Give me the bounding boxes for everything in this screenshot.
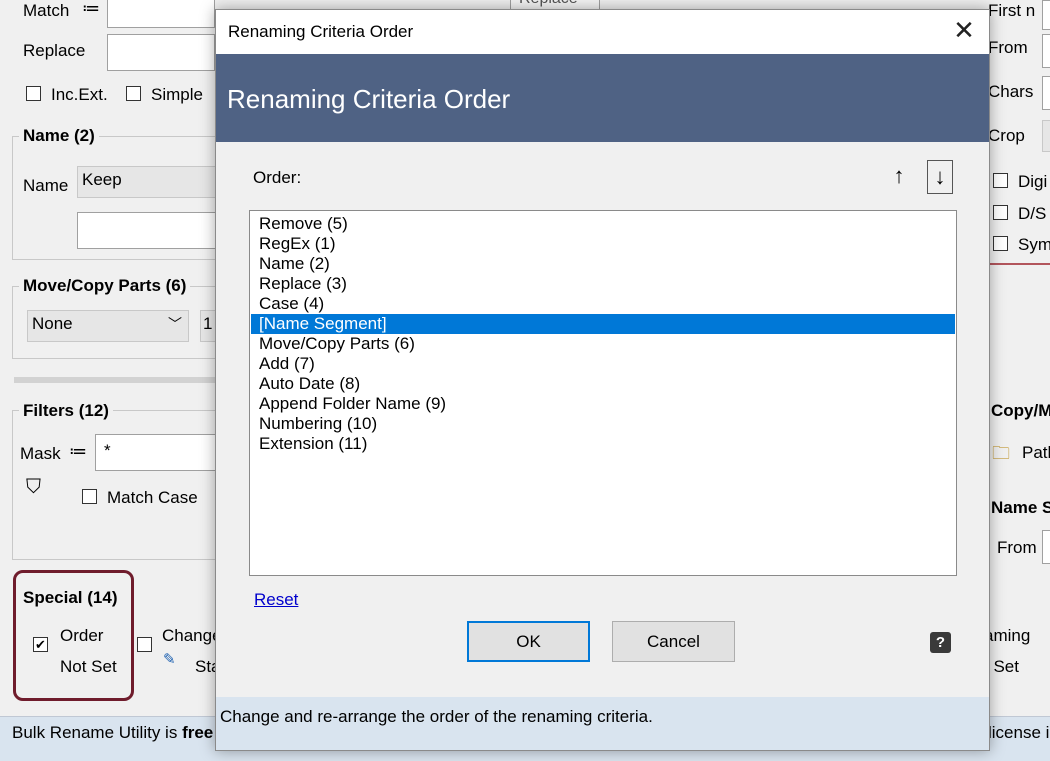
mask-input[interactable]: * [95, 434, 217, 471]
right-column-separator [990, 263, 1050, 265]
name-select[interactable]: Keep [77, 166, 217, 198]
list-item[interactable]: Add (7) [251, 354, 955, 374]
special-highlight-box [13, 570, 134, 701]
dialog-status-text: Change and re-arrange the order of the r… [220, 707, 653, 726]
list-item[interactable]: Auto Date (8) [251, 374, 955, 394]
status-license-text: license i [988, 723, 1050, 742]
cancel-button[interactable]: Cancel [612, 621, 735, 662]
ok-button[interactable]: OK [467, 621, 590, 662]
arrow-up-icon: ↑ [893, 163, 905, 188]
match-case-label: Match Case [107, 488, 198, 507]
match-label: Match [23, 1, 70, 20]
move-copy-select[interactable]: None ﹀ [27, 310, 189, 342]
from-input[interactable] [1042, 34, 1050, 68]
dialog-titlebar[interactable]: Renaming Criteria Order ✕ [216, 10, 989, 54]
list-icon[interactable]: ≔ [82, 0, 100, 19]
simple-checkbox[interactable] [126, 86, 141, 101]
match-case-checkbox[interactable] [82, 489, 97, 504]
mask-label: Mask [20, 444, 61, 463]
sym-checkbox[interactable] [993, 236, 1008, 251]
digi-checkbox[interactable] [993, 173, 1008, 188]
status-free-text: Bulk Rename Utility is free [12, 723, 213, 743]
name-label: Name [23, 176, 69, 195]
from-segment-label: From [997, 538, 1037, 557]
chars-label: Chars [988, 82, 1034, 101]
mask-list-icon[interactable]: ≔ [69, 441, 87, 462]
list-item[interactable]: [Name Segment] [251, 314, 955, 334]
name-text-input[interactable] [77, 212, 217, 249]
ds-checkbox[interactable] [993, 205, 1008, 220]
change-label: Change [162, 626, 222, 645]
list-item[interactable]: Extension (11) [251, 434, 955, 454]
list-item[interactable]: Name (2) [251, 254, 955, 274]
arrow-down-icon: ↓ [934, 164, 946, 189]
filters-group [12, 410, 227, 560]
ds-label: D/S [1018, 204, 1047, 223]
match-input[interactable] [107, 0, 215, 28]
sym-label: Sym [1018, 235, 1050, 254]
replace-label: Replace [23, 41, 86, 60]
folder-icon[interactable]: 🗀 [992, 441, 1010, 471]
first-n-input[interactable] [1042, 0, 1050, 30]
simple-label: Simple [151, 85, 203, 104]
replace-input[interactable] [107, 34, 215, 71]
edit-icon[interactable]: ✎ [163, 650, 176, 668]
order-label: Order: [253, 168, 302, 187]
filters-group-title: Filters (12) [19, 401, 113, 421]
help-icon[interactable]: ? [930, 632, 951, 653]
renaming-label: aming [984, 626, 1031, 645]
incext-label: Inc.Ext. [51, 85, 108, 104]
banner-title: Renaming Criteria Order [227, 84, 511, 114]
chars-input[interactable] [1042, 76, 1050, 110]
copy-move-group-title: Copy/M [991, 401, 1050, 420]
chevron-down-icon: ﹀ [168, 316, 182, 332]
status-prefix: Bulk Rename Utility is [12, 723, 183, 742]
filter-icon[interactable]: ⛉ [26, 476, 41, 499]
close-icon[interactable]: ✕ [949, 16, 979, 46]
replace-tab-label: Replace [519, 0, 578, 8]
list-item[interactable]: Move/Copy Parts (6) [251, 334, 955, 354]
crop-label: Crop [988, 126, 1025, 145]
move-up-button[interactable]: ↑ [886, 160, 912, 194]
criteria-listbox[interactable]: Remove (5) RegEx (1) Name (2) Replace (3) Ca… [249, 210, 957, 576]
dialog-title: Renaming Criteria Order [228, 22, 414, 41]
incext-checkbox[interactable] [26, 86, 41, 101]
from-segment-input[interactable] [1042, 530, 1050, 564]
change-checkbox[interactable] [137, 637, 152, 652]
dialog-status-bar: Change and re-arrange the order of the r… [216, 697, 989, 750]
path-label: Path [1022, 443, 1050, 462]
splitter[interactable] [14, 377, 219, 383]
list-item[interactable]: Append Folder Name (9) [251, 394, 955, 414]
crop-select[interactable] [1042, 120, 1050, 152]
list-item[interactable]: Numbering (10) [251, 414, 955, 434]
list-item[interactable]: Remove (5) [251, 214, 955, 234]
move-down-button[interactable]: ↓ [927, 160, 953, 194]
move-copy-select-value: None [32, 314, 73, 333]
name-segment-group-title: Name S [991, 498, 1050, 517]
reset-link[interactable]: Reset [254, 590, 298, 610]
list-item[interactable]: Case (4) [251, 294, 955, 314]
name-group-title: Name (2) [19, 126, 99, 146]
digi-label: Digi [1018, 172, 1048, 191]
status-bold: free [182, 723, 214, 742]
first-n-label: First n [988, 1, 1036, 20]
list-item[interactable]: RegEx (1) [251, 234, 955, 254]
dialog-banner: Renaming Criteria Order [216, 54, 989, 142]
from-label: From [988, 38, 1028, 57]
list-item[interactable]: Replace (3) [251, 274, 955, 294]
renaming-criteria-order-dialog: Renaming Criteria Order ✕ Renaming Crite… [215, 9, 990, 751]
move-copy-group-title: Move/Copy Parts (6) [19, 276, 191, 296]
